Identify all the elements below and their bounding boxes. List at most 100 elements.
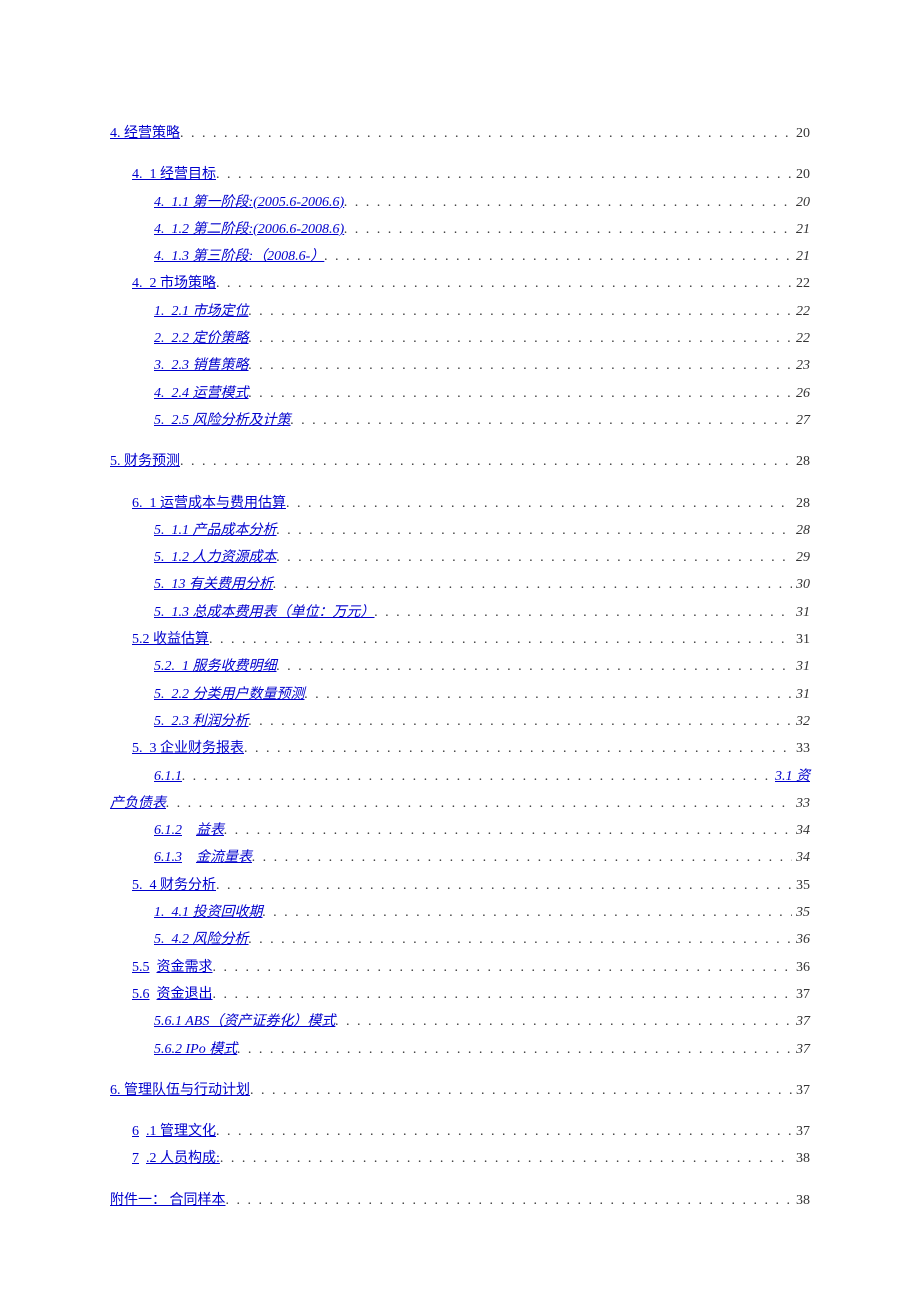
toc-entry[interactable]: 4. 2.4 运营模式26	[110, 380, 810, 407]
leader-dots	[286, 490, 792, 517]
toc-page-number: 31	[792, 681, 810, 708]
toc-entry[interactable]: 5.2. 1 服务收费明细31	[110, 653, 810, 680]
toc-entry[interactable]: 5.2 收益估算31	[110, 626, 810, 653]
leader-dots	[249, 926, 793, 953]
leader-dots	[249, 325, 793, 352]
toc-entry[interactable]: 4. 1 经营目标20	[110, 161, 810, 188]
leader-dots	[252, 844, 792, 871]
toc-entry[interactable]: 2. 2.2 定价策略22	[110, 325, 810, 352]
toc-entry[interactable]: 4. 经营策略20	[110, 120, 810, 147]
toc-page-number: 30	[792, 571, 810, 598]
toc-entry[interactable]: 7 .2 人员构成:38	[110, 1145, 810, 1172]
leader-dots	[209, 626, 792, 653]
toc-entry[interactable]: 6. 管理队伍与行动计划37	[110, 1077, 810, 1104]
toc-entry[interactable]: 5. 1.3 总成本费用表（单位：万元） 31	[110, 599, 810, 626]
leader-dots	[249, 352, 793, 379]
toc-title: 4. 1.3 第三阶段:（2008.6-）	[154, 243, 324, 270]
toc-entry[interactable]: 6.1.2 益表34	[110, 817, 810, 844]
toc-title: 5. 1.3 总成本费用表（单位：万元）	[154, 599, 375, 626]
toc-entry-cont[interactable]: 产负债表 33	[110, 790, 810, 817]
toc-title: 5. 3 企业财务报表	[132, 735, 244, 762]
toc-entry[interactable]: 5. 4.2 风险分析36	[110, 926, 810, 953]
toc-entry[interactable]: 附件一： 合同样本38	[110, 1187, 810, 1214]
toc-entry[interactable]: 5. 2.2 分类用户数量预测31	[110, 681, 810, 708]
leader-dots	[277, 544, 793, 571]
toc-title: 6. 1 运营成本与费用估算	[132, 490, 286, 517]
toc-entry[interactable]: 3. 2.3 销售策略23	[110, 352, 810, 379]
leader-dots	[166, 790, 792, 817]
toc-title: .1 管理文化	[146, 1118, 216, 1145]
toc-page-number: 37	[792, 981, 810, 1008]
toc-entry[interactable]: 1. 2.1 市场定位22	[110, 298, 810, 325]
toc-page-number: 33	[792, 735, 810, 762]
toc-title: 5.2 收益估算	[132, 626, 209, 653]
toc-prefix: 6.1.2	[154, 817, 182, 844]
toc-entry[interactable]: 1. 4.1 投资回收期35	[110, 899, 810, 926]
toc-title: 资金退出	[157, 981, 213, 1008]
toc-page-number: 22	[792, 270, 810, 297]
toc-page-number: 37	[792, 1008, 810, 1035]
toc-title: 5.6.1 ABS（资产证券化）模式	[154, 1008, 335, 1035]
toc-page-number: 28	[792, 490, 810, 517]
gap	[139, 1118, 146, 1145]
toc-entry[interactable]: 6. 1 运营成本与费用估算 28	[110, 490, 810, 517]
toc-page-number: 21	[792, 216, 810, 243]
leader-dots	[182, 763, 775, 790]
toc-title: 2. 2.2 定价策略	[154, 325, 249, 352]
toc-entry[interactable]: 4. 1.3 第三阶段:（2008.6-） 21	[110, 243, 810, 270]
toc-title: 5.6.2 IPo 模式	[154, 1036, 237, 1063]
leader-dots	[213, 954, 793, 981]
toc-page: 4. 经营策略204. 1 经营目标204. 1.1 第一阶段:(2005.6-…	[0, 0, 920, 1274]
toc-entry[interactable]: 6.1.3 金流量表34	[110, 844, 810, 871]
toc-entry[interactable]: 5. 2.3 利润分析32	[110, 708, 810, 735]
toc-title: 4. 经营策略	[110, 120, 180, 147]
toc-page-number: 28	[792, 448, 810, 475]
leader-dots	[250, 1077, 792, 1104]
toc-page-number: 31	[792, 599, 810, 626]
toc-entry[interactable]: 6.1.13.1 资	[110, 763, 810, 790]
toc-entry[interactable]: 5.6.1 ABS（资产证券化）模式 37	[110, 1008, 810, 1035]
leader-dots	[216, 270, 792, 297]
leader-dots	[216, 161, 792, 188]
toc-title: 1. 2.1 市场定位	[154, 298, 249, 325]
leader-dots	[224, 817, 792, 844]
toc-entry[interactable]: 4. 1.1 第一阶段:(2005.6-2006.6)20	[110, 189, 810, 216]
toc-entry[interactable]: 6 .1 管理文化37	[110, 1118, 810, 1145]
toc-title: 资金需求	[157, 954, 213, 981]
toc-page-number: 37	[792, 1077, 810, 1104]
toc-entry[interactable]: 5. 13 有关费用分析 30	[110, 571, 810, 598]
leader-dots	[375, 599, 793, 626]
leader-dots	[237, 1036, 792, 1063]
leader-dots	[249, 708, 793, 735]
leader-dots	[216, 872, 792, 899]
toc-entry[interactable]: 5. 1.2 人力资源成本29	[110, 544, 810, 571]
toc-entry[interactable]: 5.5 资金需求36	[110, 954, 810, 981]
toc-page-number: 37	[792, 1118, 810, 1145]
toc-page-number: 20	[792, 189, 810, 216]
toc-entry[interactable]: 4. 1.2 第二阶段:(2006.6-2008.6)21	[110, 216, 810, 243]
toc-page-number: 33	[792, 790, 810, 817]
toc-entry[interactable]: 5. 3 企业财务报表 33	[110, 735, 810, 762]
toc-prefix: 6.1.1	[154, 763, 182, 790]
toc-entry[interactable]: 4. 2 市场策略 22	[110, 270, 810, 297]
toc-title: 5. 13 有关费用分析	[154, 571, 273, 598]
toc-entry[interactable]: 5. 2.5 风险分析及计策27	[110, 407, 810, 434]
leader-dots	[344, 189, 792, 216]
toc-page-number: 21	[792, 243, 810, 270]
toc-entry[interactable]: 5.6.2 IPo 模式37	[110, 1036, 810, 1063]
toc-entry[interactable]: 5.6 资金退出37	[110, 981, 810, 1008]
toc-entry[interactable]: 5. 财务预测28	[110, 448, 810, 475]
leader-dots	[335, 1008, 792, 1035]
leader-dots	[273, 571, 792, 598]
toc-page-number: 28	[792, 517, 810, 544]
gap	[150, 954, 157, 981]
toc-prefix: 5.5	[132, 954, 150, 981]
toc-entry[interactable]: 5. 1.1 产品成本分析28	[110, 517, 810, 544]
toc-title: 4. 2 市场策略	[132, 270, 216, 297]
toc-title: 5. 4.2 风险分析	[154, 926, 249, 953]
toc-title: 4. 2.4 运营模式	[154, 380, 249, 407]
toc-page-number: 23	[792, 352, 810, 379]
toc-entry[interactable]: 5. 4 财务分析35	[110, 872, 810, 899]
toc-page-number: 35	[792, 872, 810, 899]
toc-title: 产负债表	[110, 790, 166, 817]
